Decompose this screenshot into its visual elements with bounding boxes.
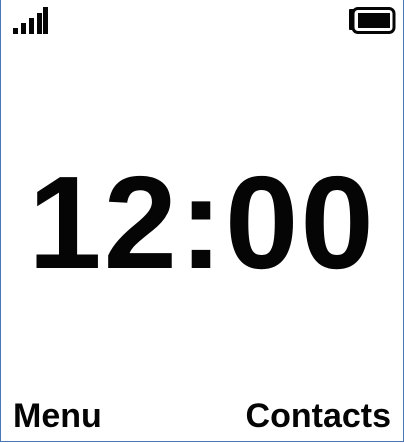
battery-icon [349,7,396,34]
phone-screen: 12:00 Menu Contacts [0,0,404,442]
signal-strength-icon [13,7,48,34]
status-bar [1,0,403,44]
menu-softkey[interactable]: Menu [13,397,102,435]
softkey-bar: Menu Contacts [1,393,403,441]
clock-time: 12:00 [28,149,376,296]
contacts-softkey[interactable]: Contacts [246,397,391,435]
